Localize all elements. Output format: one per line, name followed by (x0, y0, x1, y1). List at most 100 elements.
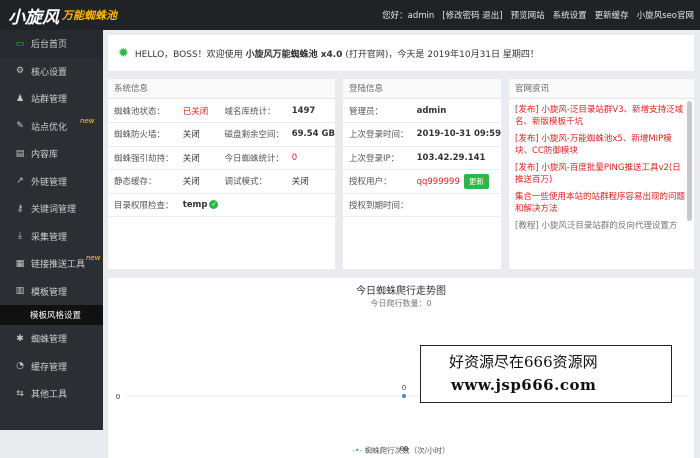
sidebar-item-label: 链接推送工具 (31, 260, 86, 271)
news-item[interactable]: 集合一些使用本站的站群程序容易出现的问题和解决方法 (509, 186, 694, 215)
sidebar-item-site-optimize[interactable]: ✎ 站点优化 new (0, 113, 103, 141)
sidebar-subitem-template-style[interactable]: 模板风格设置 (0, 305, 103, 325)
table-cell: qq999999 更新 (410, 169, 501, 194)
new-badge: new (86, 254, 101, 262)
sidebar-item-label: 外链管理 (31, 177, 68, 188)
sidebar-item-label: 站群管理 (31, 95, 68, 106)
refresh-cache-link[interactable]: 更新缓存 (595, 9, 629, 21)
table-cell (285, 193, 335, 217)
table-cell: 69.54 GB (285, 122, 335, 147)
check-icon: ✓ (209, 199, 219, 209)
official-site-link[interactable]: 小旋风seo官网 (637, 9, 694, 21)
system-settings-link[interactable]: 系统设置 (553, 9, 587, 21)
login-info-table: 管理员： admin 上次登录时间： 2019-10-31 09:59 上次登录… (343, 99, 501, 217)
table-cell: 蜘蛛强引劫持： (108, 146, 177, 170)
product-name: 小旋风万能蜘蛛池 x4.0 (245, 49, 343, 60)
update-button[interactable]: 更新 (463, 173, 489, 189)
table-cell: 蜘蛛防火墙： (108, 122, 177, 147)
cache-icon: ◔ (16, 361, 24, 372)
key-icon: ⚷ (16, 203, 24, 214)
table-cell: 磁盘剩余空间： (218, 122, 286, 147)
table-cell: 授权用户： (343, 169, 411, 194)
link-icon: ↗ (16, 176, 24, 187)
preview-site-link[interactable]: 预览网站 (511, 9, 545, 21)
greeting-text: 您好：admin (382, 11, 435, 21)
system-info-table: 蜘蛛池状态： 已关闭 域名库统计： 1497 蜘蛛防火墙： 关闭 磁盘剩余空间：… (108, 99, 335, 217)
panel-title: 官网资讯 (509, 79, 694, 99)
table-row: 授权用户： qq999999 更新 (343, 169, 501, 194)
sidebar-item-label: 后台首页 (31, 40, 68, 51)
new-badge: new (80, 116, 95, 125)
sidebar-item-templates[interactable]: ▥ 模板管理 (0, 278, 103, 306)
gear-icon: ⚙ (15, 66, 25, 77)
logo-main-text: 小旋风 (8, 7, 59, 28)
table-cell: 蜘蛛池状态： (108, 99, 177, 123)
table-cell: 上次登录IP： (343, 146, 411, 170)
sidebar-item-other-tools[interactable]: ⇆ 其他工具 (0, 380, 103, 408)
data-label: 0 (402, 384, 406, 392)
top-bar: 小旋风 万能蜘蛛池 您好：admin [修改密码 退出] 预览网站 系统设置 更… (0, 0, 700, 30)
table-cell: 关闭 (176, 146, 219, 170)
sidebar-item-label: 关键词管理 (31, 205, 77, 216)
news-item[interactable]: [发布] 小旋风-百度批量PING推送工具v2(日推送百万) (509, 157, 694, 186)
panel-title: 系统信息 (108, 79, 335, 99)
table-cell: 2019-10-31 09:59 (410, 122, 501, 147)
sidebar-item-label: 其他工具 (31, 390, 68, 401)
table-cell (410, 193, 501, 217)
table-row: 静态缓存： 关闭 调试模式： 关闭 (108, 169, 335, 194)
sidebar-item-collection[interactable]: ⤓ 采集管理 (0, 223, 103, 251)
table-cell: 103.42.29.141 (410, 146, 501, 170)
table-cell: 授权到期时间： (343, 193, 411, 217)
sun-icon: ✹ (118, 45, 129, 61)
welcome-suffix: (打开官网)，今天是 2019年10月31日 星期四！ (345, 49, 539, 60)
login-info-panel: 登陆信息 管理员： admin 上次登录时间： 2019-10-31 09:59… (343, 79, 501, 269)
sidebar-item-label: 站点优化 (31, 122, 68, 133)
logo-sub-text: 万能蜘蛛池 (62, 9, 117, 22)
news-item[interactable]: [教程] 小旋风泛目录站群的反向代理设置方 (509, 215, 694, 232)
sidebar-item-label: 蜘蛛管理 (31, 335, 68, 346)
table-row: 管理员： admin (343, 99, 501, 123)
download-icon: ⤓ (18, 231, 22, 242)
dir-name: temp (182, 199, 208, 210)
news-item[interactable]: [发布] 小旋风-泛目录站群V3、新增支持泛域名、新版模板千坑 (509, 99, 694, 128)
data-point[interactable] (402, 394, 406, 398)
chart-legend[interactable]: -•- 蜘蛛爬行次数（次/小时） (108, 445, 694, 456)
tools-icon: ⇆ (16, 388, 24, 399)
sidebar-item-external-links[interactable]: ↗ 外链管理 (0, 168, 103, 196)
leaf-icon: ✎ (16, 121, 24, 132)
table-row: 蜘蛛强引劫持： 关闭 今日蜘蛛统计： 0 (108, 146, 335, 170)
welcome-prefix: HELLO，BOSS！欢迎使用 (134, 49, 243, 60)
news-panel: 官网资讯 [发布] 小旋风-泛目录站群V3、新增支持泛域名、新版模板千坑 [发布… (509, 79, 694, 269)
logo[interactable]: 小旋风 万能蜘蛛池 (0, 3, 160, 28)
license-user: qq999999 (416, 176, 460, 187)
table-row: 授权到期时间： (343, 193, 501, 217)
table-cell: 上次登录时间： (343, 122, 411, 147)
top-nav: 您好：admin [修改密码 退出] 预览网站 系统设置 更新缓存 小旋风seo… (160, 9, 700, 21)
sidebar-item-keywords[interactable]: ⚷ 关键词管理 (0, 195, 103, 223)
sidebar-item-content-library[interactable]: ▤ 内容库 (0, 140, 103, 168)
news-item[interactable]: [发布] 小旋风-万能蜘蛛池x5、新增MIP模块、CC防御模块 (509, 128, 694, 157)
sidebar-item-label: 核心设置 (31, 67, 68, 78)
table-row: 上次登录时间： 2019-10-31 09:59 (343, 122, 501, 147)
home-icon: ▭ (15, 38, 25, 49)
sidebar-item-label: 采集管理 (31, 232, 68, 243)
change-password-link[interactable]: [修改密码 退出] (442, 9, 502, 21)
sidebar-item-spiders[interactable]: ✱ 蜘蛛管理 (0, 325, 103, 353)
table-row: 蜘蛛防火墙： 关闭 磁盘剩余空间： 69.54 GB (108, 122, 335, 147)
table-cell: temp ✓ (176, 193, 219, 217)
sidebar-item-home[interactable]: ▭ 后台首页 (0, 30, 103, 58)
spider-icon: ✱ (16, 333, 24, 344)
sidebar-item-core-settings[interactable]: ⚙ 核心设置 (0, 58, 103, 86)
news-scrollbar[interactable] (687, 101, 692, 221)
sidebar-item-site-group[interactable]: ♟ 站群管理 (0, 85, 103, 113)
table-cell: 管理员： (343, 99, 411, 123)
sidebar-item-link-push[interactable]: ▦ 链接推送工具 new (0, 250, 103, 278)
table-row: 目录权限检查： temp ✓ (108, 193, 335, 217)
template-icon: ▥ (15, 286, 25, 297)
sidebar-item-cache[interactable]: ◔ 缓存管理 (0, 353, 103, 381)
welcome-banner: ✹ HELLO，BOSS！欢迎使用 小旋风万能蜘蛛池 x4.0 (打开官网)，今… (108, 35, 694, 71)
table-cell (218, 193, 286, 217)
table-cell: 0 (285, 146, 335, 170)
watermark-line1: 好资源尽在666资源网 (449, 353, 598, 371)
table-row: 蜘蛛池状态： 已关闭 域名库统计： 1497 (108, 99, 335, 123)
